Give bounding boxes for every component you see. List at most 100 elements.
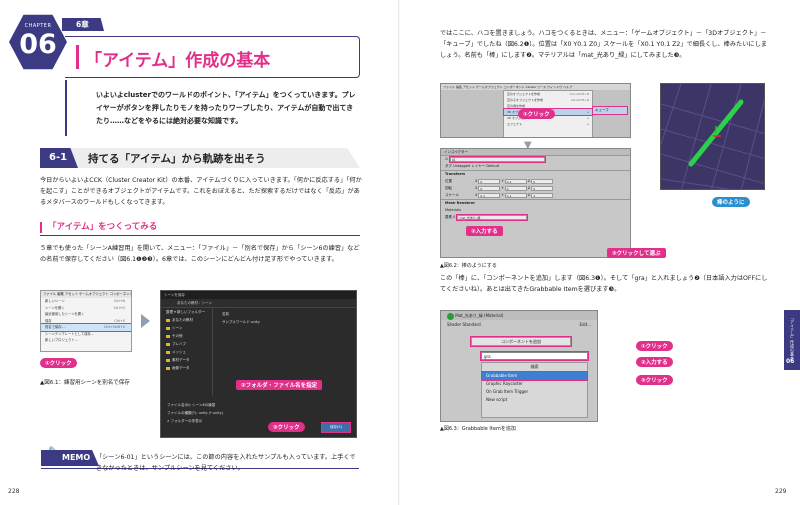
- row-label: 位置: [445, 179, 452, 183]
- callout-step1: ①クリック: [40, 358, 77, 368]
- figure-caption: ▲図6.3：Grabbable Itemを追加: [440, 426, 516, 432]
- callout-step1: ①クリック: [518, 109, 555, 119]
- save-button[interactable]: 保存(S): [321, 422, 351, 433]
- scene-view-screenshot: [660, 83, 765, 190]
- folder-item[interactable]: その他: [161, 332, 212, 340]
- submenu-cube[interactable]: キューブ: [592, 106, 628, 115]
- z-field[interactable]: 2: [531, 192, 554, 198]
- folder-icon: [166, 350, 170, 354]
- page-number: 228: [8, 488, 20, 495]
- shader-label: Shader Standard: [447, 322, 481, 327]
- callout-step3: ③クリック: [636, 375, 673, 385]
- z-field[interactable]: 0: [531, 178, 554, 184]
- shader-row: Shader Standard Edit...: [441, 320, 597, 329]
- chapter-intro: いよいよclusterでのワールドのポイント、「アイテム」をつくっていきます。プ…: [96, 91, 356, 125]
- folder-label: その他: [172, 334, 183, 338]
- position-row: 位置 X 0 Y 0.1 Z0: [441, 178, 630, 185]
- memo-text: 「シーン6-01」というシーンには、この節の内容を入れたサンプルも入っています。…: [96, 454, 356, 472]
- edit-button[interactable]: Edit...: [579, 320, 591, 329]
- material-sphere-icon: [447, 312, 454, 320]
- object-name-field[interactable]: 棒: [449, 155, 547, 163]
- result-graphic-raycaster[interactable]: Graphic Raycaster: [482, 380, 587, 388]
- x-field[interactable]: 0.1: [478, 192, 501, 198]
- file-name-field[interactable]: ファイル名(N): シーン6の練習: [167, 401, 223, 409]
- menu-item[interactable]: エフェクト ▸: [504, 121, 592, 127]
- menu-item-label: 最近使用したシーンを開く: [45, 312, 85, 316]
- menu-item-label: シーンテンプレートとして保存...: [45, 331, 94, 336]
- menu-item-label: 新しいプロジェクト...: [45, 338, 78, 342]
- name-row: ☑ 棒: [441, 155, 630, 163]
- subsection-body: ５章でも使った「シーンA練習用」を開いて、メニュー：「ファイル」－「別名で保存」…: [40, 245, 360, 263]
- menu-item-label: シーンを開く: [45, 305, 65, 310]
- folder-sidebar: 整理 ▾ 新しいフォルダー あなたの教材 シーン その他 プレハブ メッシュ 素…: [161, 308, 213, 396]
- folder-item[interactable]: メッシュ: [161, 348, 212, 356]
- inspector-screenshot: インスペクター ☑ 棒 タグ Untagged レイヤー Default Tra…: [440, 148, 631, 258]
- result-on-grab-item-trigger[interactable]: On Grab Item Trigger: [482, 388, 587, 396]
- x-field[interactable]: 0: [478, 178, 501, 184]
- chapter-title: 「アイテム」作成の基本: [85, 51, 271, 71]
- section-body: 今日からいよいよCCK（Cluster Creator Kit）の本番、アイテム…: [40, 177, 362, 206]
- transform-header: Transform: [441, 170, 630, 178]
- section-heading: 6-1 持てる「アイテム」から軌跡を出そう: [40, 148, 360, 168]
- folder-icon: [166, 342, 170, 346]
- folder-item[interactable]: あなたの教材: [161, 316, 212, 324]
- folder-icon: [166, 358, 170, 362]
- menu-item-label: エフェクト: [507, 122, 523, 126]
- side-tab-number: 06: [786, 358, 795, 365]
- result-grabbable-item[interactable]: Grabbable Item: [481, 371, 588, 381]
- result-new-script[interactable]: New script: [482, 396, 587, 404]
- callout-step2: ②フォルダ・ファイル名を指定: [236, 380, 323, 390]
- folder-item[interactable]: 素材データ: [161, 356, 212, 364]
- component-search-input[interactable]: gra: [480, 351, 589, 361]
- menu-item-new-project[interactable]: 新しいプロジェクト...: [41, 337, 131, 344]
- folder-label: あなたの教材: [172, 318, 193, 322]
- dialog-title: シーンを保存: [161, 291, 356, 299]
- materials-row: Materials: [445, 208, 462, 212]
- folder-item[interactable]: 画像データ: [161, 364, 212, 372]
- folder-item[interactable]: シーン: [161, 324, 212, 332]
- folder-icon: [166, 366, 170, 370]
- y-field[interactable]: 0.1: [504, 178, 527, 184]
- file-fields: ファイル名(N): シーン6の練習 ファイルの種類(T): unity (*.u…: [167, 401, 223, 425]
- add-component-button[interactable]: コンポーネントを追加: [470, 336, 572, 347]
- menu-item-label: 空のオブジェクトを作成: [507, 92, 541, 96]
- folder-label: 素材データ: [172, 358, 190, 362]
- menu-item-label: 空の親を作成: [507, 104, 526, 108]
- y-field[interactable]: 0.1: [504, 192, 527, 198]
- row-label: 回転: [445, 186, 452, 190]
- hide-folders-toggle[interactable]: ∧ フォルダーの非表示: [167, 417, 223, 425]
- add-component-screenshot: Mat_光あり_緑 (Material) Shader Standard Edi…: [440, 310, 598, 422]
- file-type-field[interactable]: ファイルの種類(T): unity (*.unity): [167, 409, 223, 417]
- material-field[interactable]: mat_光あり_緑: [456, 213, 529, 221]
- menu-item-label: 別名で保存...: [45, 325, 65, 329]
- folder-item[interactable]: プレハブ: [161, 340, 212, 348]
- folder-icon: [166, 326, 170, 330]
- results-header: 検索: [482, 363, 587, 372]
- callout-step3: ③クリックして選ぶ: [607, 248, 666, 258]
- menu-item-label: 新しいシーン: [45, 299, 65, 303]
- x-field[interactable]: 0: [478, 185, 501, 191]
- folder-icon: [166, 318, 170, 322]
- file-item[interactable]: サンプルワールド.unity: [217, 318, 356, 326]
- callout-step3: ③クリック: [268, 422, 305, 432]
- menu-item-label: 空の子オブジェクトを作成: [507, 98, 544, 102]
- material-name: Mat_光あり_緑 (Material): [455, 313, 504, 318]
- search-results: 検索 Grabbable Item Graphic Raycaster On G…: [481, 362, 588, 418]
- section-number: 6-1: [40, 148, 78, 168]
- scale-row: スケール X 0.1 Y 0.1 Z2: [441, 192, 630, 199]
- menu-bar: ファイル 編集 アセット ゲームオブジェクト コンポーネント: [41, 291, 132, 298]
- scene-grid: [661, 84, 764, 189]
- z-field[interactable]: 0: [531, 185, 554, 191]
- y-field[interactable]: 0: [504, 185, 527, 191]
- submenu-arrow: ▸: [587, 122, 589, 126]
- title-accent-bar: [76, 45, 79, 69]
- intro-rule: [65, 80, 67, 136]
- side-tab-text: 「アイテム」作成の基本: [790, 316, 795, 360]
- menu-item-label: 保存: [45, 318, 52, 323]
- file-list-header: 名前: [222, 312, 229, 316]
- address-bar: あなたの教材 › シーン: [161, 299, 356, 308]
- tag-layer-row: タグ Untagged レイヤー Default: [445, 164, 500, 168]
- folder-label: プレハブ: [172, 342, 186, 346]
- material-slot: 要素 0 mat_光あり_緑: [441, 213, 630, 221]
- chapter-number: 06: [19, 29, 57, 60]
